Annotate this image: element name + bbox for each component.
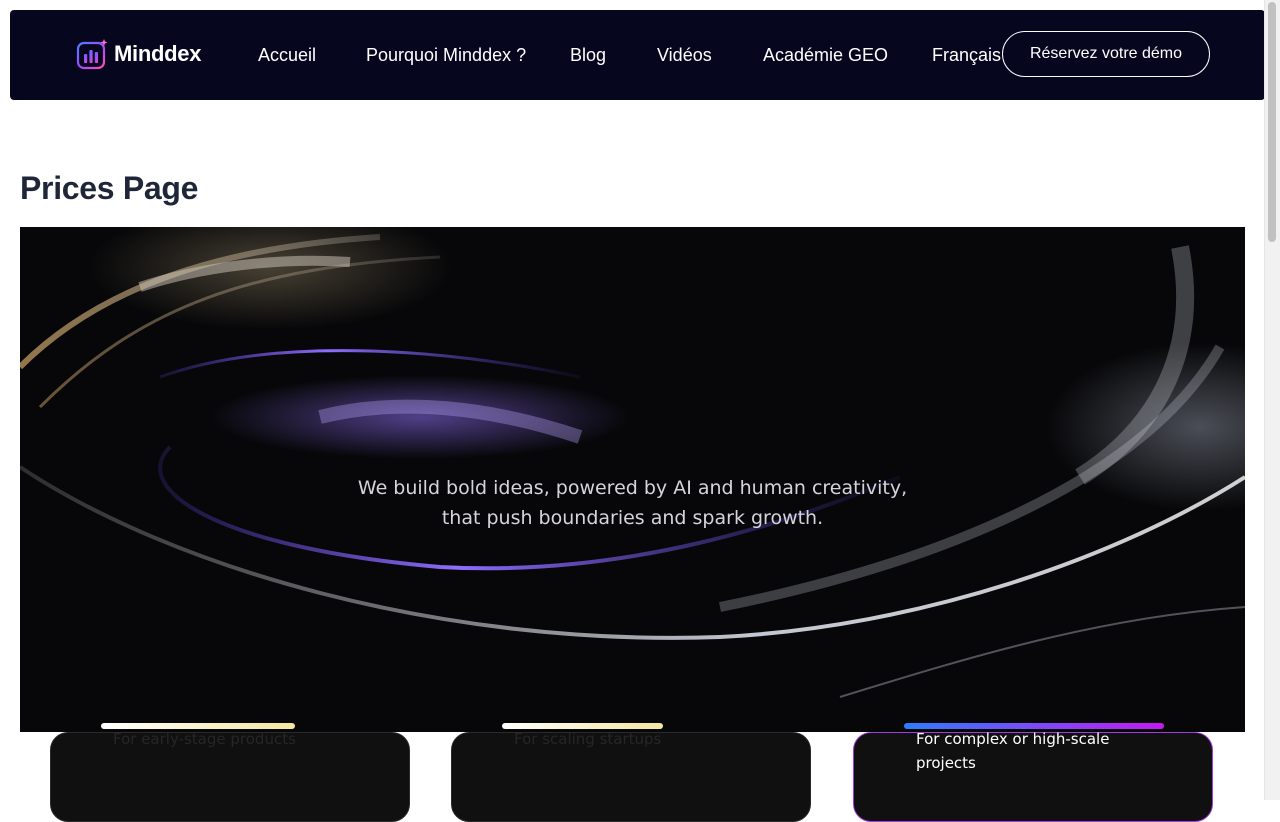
language-selector[interactable]: Français <box>932 45 1001 66</box>
plan-description: For scaling startups <box>514 730 662 748</box>
page-title: Prices Page <box>20 170 199 206</box>
nav-item-pourquoi-minddex[interactable]: Pourquoi Minddex ? <box>366 45 526 66</box>
logo[interactable]: Minddex <box>76 36 201 72</box>
hero-tagline: We build bold ideas, powered by AI and h… <box>20 473 1245 533</box>
top-navbar: Minddex Accueil Pourquoi Minddex ? Blog … <box>10 10 1265 100</box>
scrollbar-thumb[interactable] <box>1268 2 1276 242</box>
logo-text: Minddex <box>114 41 202 66</box>
plan-description: For complex or high-scale projects <box>916 730 1110 772</box>
book-demo-button[interactable]: Réservez votre démo <box>1002 31 1210 77</box>
nav-item-blog[interactable]: Blog <box>570 45 606 66</box>
plan-description: For early-stage products <box>113 730 296 748</box>
page-scrollbar[interactable] <box>1264 0 1280 800</box>
hero-banner: We build bold ideas, powered by AI and h… <box>20 227 1245 732</box>
nav-item-videos[interactable]: Vidéos <box>657 45 712 66</box>
nav-item-academie-geo[interactable]: Académie GEO <box>763 45 888 66</box>
nav-item-accueil[interactable]: Accueil <box>258 45 316 66</box>
hero-tagline-line1: We build bold ideas, powered by AI and h… <box>357 477 908 499</box>
bar-chart-sparkle-icon <box>76 39 108 70</box>
hero-tagline-line2: that push boundaries and spark growth. <box>441 507 824 529</box>
